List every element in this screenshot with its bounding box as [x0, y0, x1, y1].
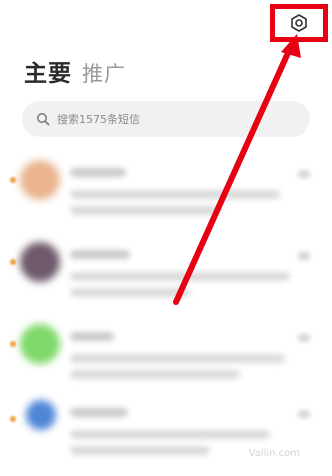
annotation-arrow — [173, 34, 301, 305]
